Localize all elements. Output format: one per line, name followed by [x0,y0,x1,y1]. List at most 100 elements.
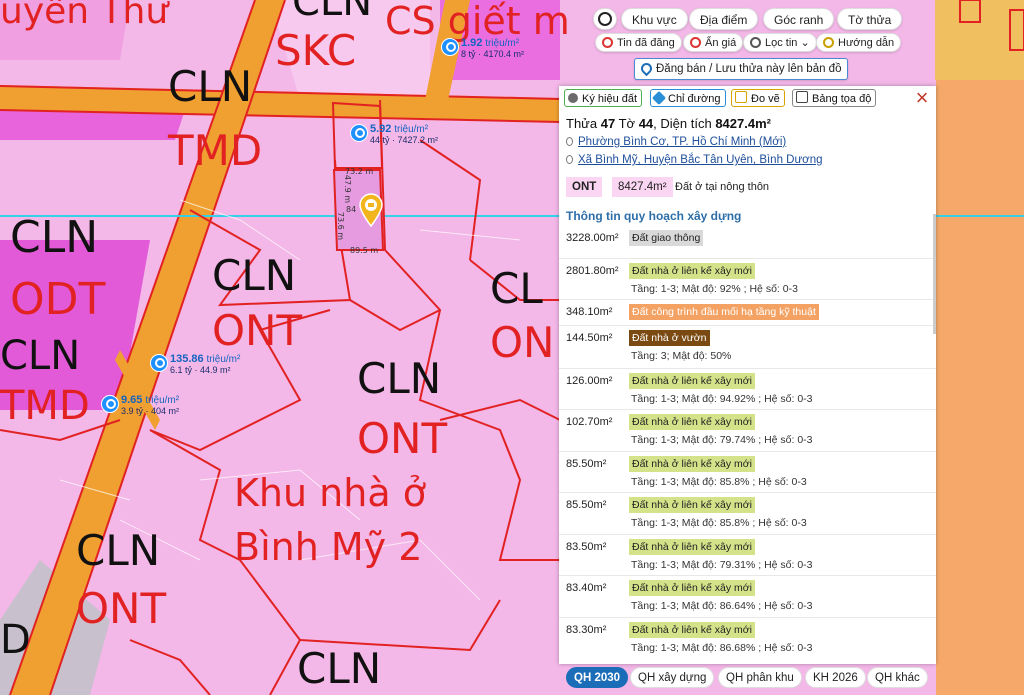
address-old-link[interactable]: Xã Bình Mỹ, Huyện Bắc Tân Uyên, Bình Dươ… [566,154,823,166]
zone-type-tag: Đất nhà ở liên kế xây mới [629,373,755,389]
orange-zone [936,80,1024,695]
parcel-marker-icon[interactable] [358,193,384,228]
tab-qh-2030[interactable]: QH 2030 [566,667,629,688]
map-label-khu-nha-o: Khu nhà ở [234,471,426,515]
price-tag[interactable]: 9.65 triệu/m² 3.9 tỷ · 404 m² [101,395,179,417]
zone-row: 348.10m² Đất công trình đầu mối hạ tầng k… [559,299,936,326]
price-pin-icon [441,38,459,56]
zone-row: 85.50m² Đất nhà ở liên kế xây mới Tầng: 1-… [559,451,936,493]
zone-detail: Tầng: 1-3; Mật độ: 94.92% ; Hệ số: 0-3 [631,393,813,405]
loc-tin-button[interactable]: Lọc tin ⌄ [743,33,817,52]
map-label-ont: ONT [357,414,448,463]
address-new-link[interactable]: Phường Bình Cơ, TP. Hồ Chí Minh (Mới) [566,136,786,148]
zone-row: 83.30m² Đất nhà ở liên kế xây mới Tầng: 1-… [559,617,936,660]
tab-qh-xay-dung[interactable]: QH xây dựng [630,667,715,688]
map-label-cln: CLN [297,644,382,693]
goc-ranh-button[interactable]: Góc ranh [763,8,835,30]
zone-row: 102.70m² Đất nhà ở liên kế xây mới Tầng: 1… [559,409,936,452]
price-pin-icon [150,354,168,372]
zone-area: 83.40m² [566,582,607,594]
map-label-ont: ONT [212,306,303,355]
zone-detail: Tầng: 1-3; Mật độ: 79.74% ; Hệ số: 0-3 [631,434,813,446]
map-label-cln: CLN [357,354,442,403]
panel-scrollbar[interactable] [933,214,936,334]
ky-hieu-dat-button[interactable]: Ký hiệu đất [564,89,643,107]
an-gia-button[interactable]: Ẩn giá [683,33,744,52]
map-label-cln: CLN [76,526,161,575]
tin-da-dang-button[interactable]: Tin đã đăng [595,33,682,52]
crosshair-icon [598,12,612,26]
zone-detail: Tầng: 1-3; Mật độ: 92% ; Hệ số: 0-3 [631,283,798,295]
zone-row: 2801.80m² Đất nhà ở liên kế xây mới Tầng: … [559,258,936,300]
palette-icon [568,93,578,103]
map-label-cln: CLN [10,212,99,263]
dia-diem-button[interactable]: Địa điểm [689,8,759,30]
zone-detail: Tầng: 1-3; Mật độ: 86.64% ; Hệ số: 0-3 [631,600,813,612]
zone-area: 2801.80m² [566,265,619,277]
parcel-title: Thửa 47 Tờ 44, Diện tích 8427.4m² [566,116,771,131]
zone-type-tag: Đất nhà ở liên kế xây mới [629,580,755,596]
planning-section-title: Thông tin quy hoạch xây dựng [566,209,742,223]
map-label-skc: SKC [275,26,357,75]
do-ve-button[interactable]: Đo vẽ [731,89,785,107]
zone-type-tag: Đất giao thông [629,230,704,246]
map-label-cl: CL [490,264,543,313]
zone-row: 3228.00m² Đất giao thông [559,226,936,258]
zone-area: 85.50m² [566,499,607,511]
dim-label: 84 [346,205,357,214]
zone-detail: Tầng: 1-3; Mật độ: 86.68% ; Hệ số: 0-3 [631,642,813,654]
zone-detail: Tầng: 3; Mật độ: 50% [631,350,732,362]
map-label-binh-my-2: Bình Mỹ 2 [234,525,423,569]
direction-icon [651,90,667,106]
huong-dan-button[interactable]: Hướng dẫn [816,33,902,52]
land-code-badge: ONT [566,177,603,197]
tab-qh-khac[interactable]: QH khác [867,667,928,688]
zone-area: 3228.00m² [566,232,619,244]
price-pin-icon [101,395,119,413]
tab-kh-2026[interactable]: KH 2026 [805,667,866,688]
close-circle-icon [690,37,701,48]
location-icon [566,137,573,146]
zone-area: 126.00m² [566,375,613,387]
zone-area: 348.10m² [566,306,613,318]
tab-qh-phan-khu[interactable]: QH phân khu [718,667,802,688]
zone-type-tag: Đất nhà ở liên kế xây mới [629,539,755,555]
close-icon[interactable]: × [913,87,931,109]
location-icon [566,155,573,164]
zone-area: 83.30m² [566,624,607,636]
price-tag[interactable]: 1.92 triệu/m² 8 tỷ · 4170.4 m² [441,38,524,60]
list-icon [602,37,613,48]
zone-type-tag: Đất nhà ở liên kế xây mới [629,622,755,638]
dim-right: 73.6 m [336,211,346,241]
price-tag[interactable]: 135.86 triệu/m² 6.1 tỷ · 44.9 m² [150,354,240,376]
chi-duong-button[interactable]: Chỉ đường [650,89,726,107]
map-pin-icon [638,60,655,77]
map-label-d: D [0,617,31,663]
ruler-icon [735,91,747,103]
zone-row: 144.50m² Đất nhà ở vườn Tầng: 3; Mật độ: 5… [559,325,936,369]
zone-area: 102.70m² [566,416,613,428]
zone-type-tag: Đất nhà ở liên kế xây mới [629,263,755,279]
to-thua-button[interactable]: Tờ thửa [837,8,903,30]
parcel-info-panel: Ký hiệu đất Chỉ đường Đo vẽ Bảng tọa độ … [559,86,936,664]
map-label-uyen-thu: uyên Thư [0,0,169,32]
map-label-cs-giet: CS giết m [385,0,570,43]
land-area-badge: 8427.4m² [610,177,673,197]
dang-ban-button[interactable]: Đăng bán / Lưu thửa này lên bản đồ [634,58,849,80]
locate-button[interactable] [593,8,617,30]
filter-icon [750,37,761,48]
zone-row: 85.50m² Đất nhà ở liên kế xây mới Tầng: 1-… [559,492,936,535]
zone-type-tag: Đất nhà ở liên kế xây mới [629,497,755,513]
zone-row: 126.00m² Đất nhà ở liên kế xây mới Tầng: 1… [559,368,936,410]
map-label-tmd: TMD [168,126,263,175]
zone-area: 83.50m² [566,541,607,553]
land-description: Đất ở tại nông thôn [675,181,770,193]
price-tag[interactable]: 5.92 triệu/m² 44 tỷ · 7427.2 m² [350,124,438,146]
zone-row: 83.40m² Đất nhà ở liên kế xây mới Tầng: 1-… [559,575,936,618]
price-pin-icon [350,124,368,142]
zone-detail: Tầng: 1-3; Mật độ: 85.8% ; Hệ số: 0-3 [631,517,807,529]
khu-vuc-button[interactable]: Khu vực [621,8,688,30]
map-label-odt: ODT [10,274,106,325]
map-label-cln: CLN [212,251,297,300]
bang-toa-do-button[interactable]: Bảng tọa độ [792,89,877,107]
